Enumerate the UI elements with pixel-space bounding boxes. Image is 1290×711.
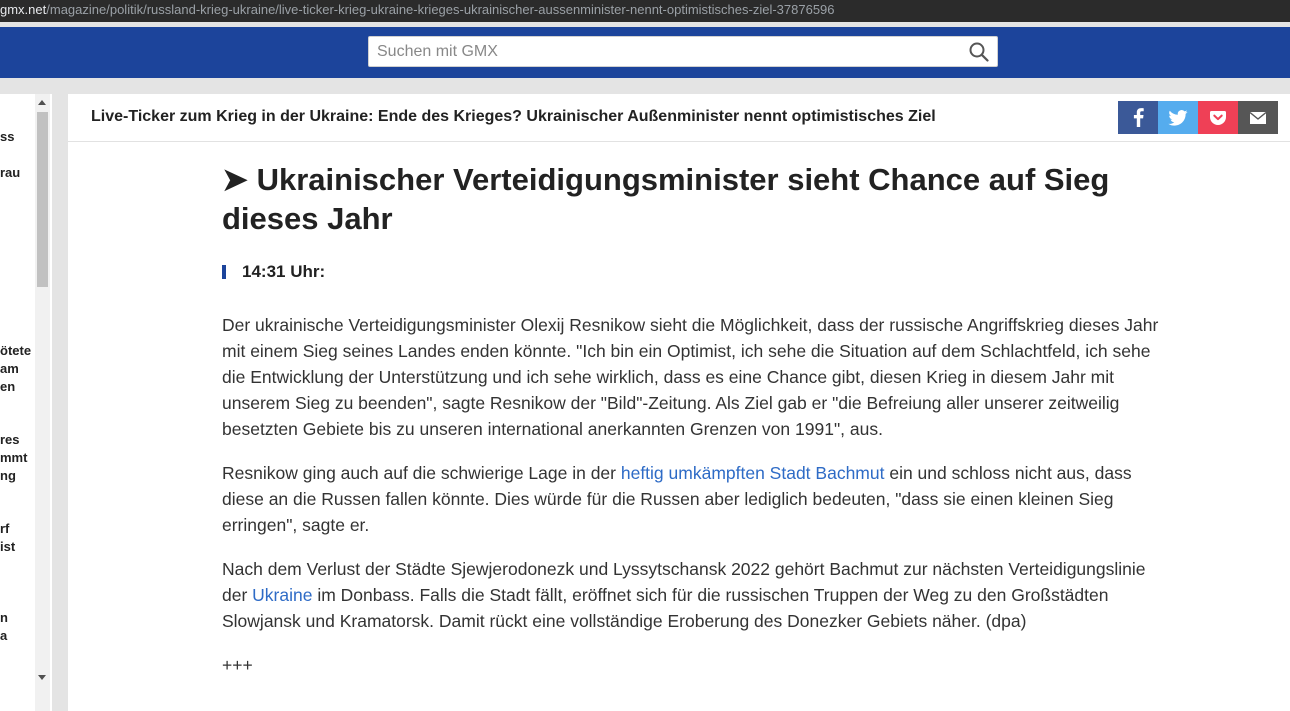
sidebar-fragment[interactable]: ng xyxy=(0,467,16,485)
search-box xyxy=(368,36,998,67)
left-sidebar: ss rau ötete am en res mmt ng rf ist n a xyxy=(0,94,52,711)
pocket-share-button[interactable] xyxy=(1198,101,1238,134)
ticker-time: 14:31 Uhr: xyxy=(222,262,1162,282)
mail-icon xyxy=(1250,111,1266,124)
paragraph-2-text: Resnikow ging auch auf die schwierige La… xyxy=(222,463,621,483)
ticker-title: Live-Ticker zum Krieg in der Ukraine: En… xyxy=(91,108,936,125)
main-content: Live-Ticker zum Krieg in der Ukraine: En… xyxy=(68,94,1290,711)
sidebar-fragment[interactable]: res xyxy=(0,431,20,449)
url-domain: gmx.net xyxy=(0,2,47,17)
sidebar-scroll-thumb[interactable] xyxy=(37,112,48,287)
pocket-icon xyxy=(1210,111,1226,125)
article-headline: ➤ Ukrainischer Verteidigungsminister sie… xyxy=(222,162,1110,236)
sidebar-fragment[interactable]: en xyxy=(0,378,15,396)
paragraph-2: Resnikow ging auch auf die schwierige La… xyxy=(222,460,1162,538)
paragraph-1: Der ukrainische Verteidigungsminister Ol… xyxy=(222,315,1159,439)
sidebar-fragment[interactable]: rf xyxy=(0,520,9,538)
bachmut-link[interactable]: heftig umkämpften Stadt Bachmut xyxy=(621,463,885,483)
sidebar-fragment[interactable]: ist xyxy=(0,538,15,556)
facebook-icon xyxy=(1133,108,1144,127)
paragraph-3-text: im Donbass. Falls die Stadt fällt, eröff… xyxy=(222,585,1109,631)
ticker-bar: Live-Ticker zum Krieg in der Ukraine: En… xyxy=(68,94,1290,142)
sidebar-fragment[interactable]: ötete xyxy=(0,342,31,360)
url-path: /magazine/politik/russland-krieg-ukraine… xyxy=(46,2,835,17)
separator: +++ xyxy=(222,655,253,675)
scroll-down-icon[interactable] xyxy=(38,675,46,680)
site-header xyxy=(0,27,1290,78)
mail-share-button[interactable] xyxy=(1238,101,1278,134)
address-bar[interactable]: gmx.net/magazine/politik/russland-krieg-… xyxy=(0,0,1290,22)
sidebar-fragment[interactable]: ss xyxy=(0,128,14,146)
sidebar-fragment[interactable]: mmt xyxy=(0,449,27,467)
twitter-share-button[interactable] xyxy=(1158,101,1198,134)
sidebar-fragment[interactable]: am xyxy=(0,360,19,378)
sidebar-fragment[interactable]: a xyxy=(0,627,7,645)
twitter-icon xyxy=(1168,109,1188,126)
facebook-share-button[interactable] xyxy=(1118,101,1158,134)
ukraine-link[interactable]: Ukraine xyxy=(252,585,312,605)
scroll-up-icon[interactable] xyxy=(38,100,46,105)
search-icon[interactable] xyxy=(969,42,989,62)
sidebar-fragment[interactable]: rau xyxy=(0,164,20,182)
sidebar-fragment[interactable]: n xyxy=(0,609,8,627)
search-input[interactable] xyxy=(369,37,975,66)
article-body: ➤ Ukrainischer Verteidigungsminister sie… xyxy=(222,160,1162,678)
paragraph-3: Nach dem Verlust der Städte Sjewjerodone… xyxy=(222,556,1162,634)
